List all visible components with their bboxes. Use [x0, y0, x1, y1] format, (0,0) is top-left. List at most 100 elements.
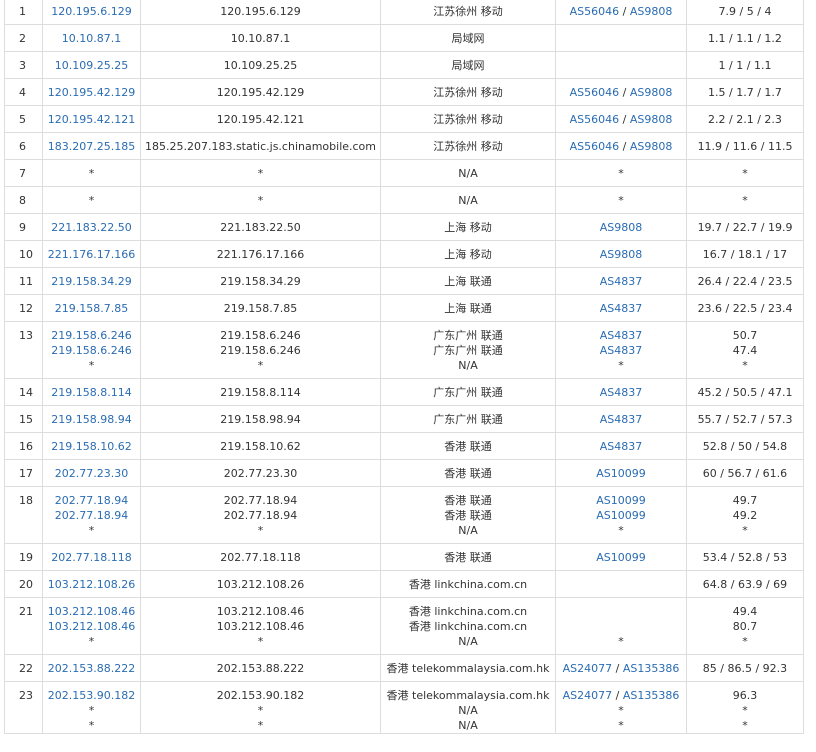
latency-cell: 45.2 / 50.5 / 47.1	[686, 378, 804, 406]
ip-timeout: *	[88, 524, 95, 537]
latency-value: 55.7 / 52.7 / 57.3	[697, 413, 793, 426]
ip-link[interactable]: 219.158.10.62	[44, 439, 140, 454]
hostname: 221.183.22.50	[220, 221, 301, 234]
as-link[interactable]: AS4837	[600, 302, 643, 315]
location: 香港 linkchina.com.cn	[408, 578, 528, 591]
as-link[interactable]: AS4837	[600, 440, 643, 453]
as-link[interactable]: AS9808	[630, 5, 673, 18]
ip-cell: 219.158.10.62	[42, 432, 141, 460]
ip-link[interactable]: 219.158.98.94	[44, 412, 140, 427]
hostname-cell: 219.158.8.114	[140, 378, 381, 406]
ip-link[interactable]: 103.212.108.26	[44, 577, 140, 592]
ip-link[interactable]: 202.77.23.30	[44, 466, 140, 481]
ip-link[interactable]: 202.153.90.182	[44, 688, 140, 703]
ip-link[interactable]: 221.176.17.166	[44, 247, 140, 262]
hop-number: 20	[19, 578, 33, 591]
as-line	[557, 577, 686, 592]
ip-link[interactable]: 183.207.25.185	[44, 139, 140, 154]
ip-link[interactable]: 120.195.42.129	[44, 85, 140, 100]
location: 广东广州 联通	[433, 413, 503, 426]
latency-value: *	[742, 719, 748, 732]
as-link[interactable]: AS4837	[600, 329, 643, 342]
ip-link[interactable]: 103.212.108.46	[44, 619, 140, 634]
as-line: AS10099	[557, 493, 686, 508]
ip-link[interactable]: 219.158.34.29	[44, 274, 140, 289]
as-link[interactable]: AS4837	[600, 386, 643, 399]
hop-number: 7	[19, 167, 26, 180]
as-cell: *	[555, 159, 687, 187]
as-link[interactable]: AS9808	[600, 221, 643, 234]
as-timeout: *	[618, 704, 624, 717]
ip-cell: 221.176.17.166	[42, 240, 141, 268]
ip-link[interactable]: 219.158.6.246	[44, 328, 140, 343]
ip-link[interactable]: 10.109.25.25	[44, 58, 140, 73]
latency-value: 7.9 / 5 / 4	[718, 5, 772, 18]
as-link[interactable]: AS10099	[596, 467, 646, 480]
hop-number-cell: 10	[4, 240, 43, 268]
as-link[interactable]: AS4837	[600, 344, 643, 357]
hostname-cell: *	[140, 159, 381, 187]
hostname: 219.158.7.85	[223, 302, 298, 315]
ip-link[interactable]: 202.77.18.94	[44, 493, 140, 508]
as-cell: *	[555, 186, 687, 214]
hop-number-cell: 4	[4, 78, 43, 106]
as-link[interactable]: AS135386	[623, 689, 680, 702]
latency-cell: 16.7 / 18.1 / 17	[686, 240, 804, 268]
as-line: *	[557, 703, 686, 718]
as-timeout: *	[618, 167, 624, 180]
ip-cell: 202.153.90.182 * *	[42, 681, 141, 734]
hop-row: 21 103.212.108.46 103.212.108.46 * 103.212.1…	[4, 597, 804, 655]
ip-link[interactable]: 202.153.88.222	[44, 661, 140, 676]
as-link[interactable]: AS24077	[563, 662, 613, 675]
location: 香港 联通	[444, 467, 492, 480]
as-link[interactable]: AS24077	[563, 689, 613, 702]
hop-number: 16	[19, 440, 33, 453]
as-link[interactable]: AS9808	[630, 113, 673, 126]
as-line: AS10099	[557, 466, 686, 481]
as-link[interactable]: AS4837	[600, 413, 643, 426]
ip-link[interactable]: 120.195.6.129	[44, 4, 140, 19]
hostname: 219.158.8.114	[220, 386, 301, 399]
latency-value: 1.1 / 1.1 / 1.2	[708, 32, 782, 45]
latency-value: 49.2	[732, 509, 758, 522]
ip-link[interactable]: 219.158.6.246	[44, 343, 140, 358]
ip-link[interactable]: 103.212.108.46	[44, 604, 140, 619]
latency-value: 47.4	[732, 344, 758, 357]
ip-link[interactable]: 202.77.18.94	[44, 508, 140, 523]
as-link[interactable]: AS10099	[596, 494, 646, 507]
ip-link[interactable]: 219.158.8.114	[44, 385, 140, 400]
as-cell: *	[555, 597, 687, 655]
as-link[interactable]: AS9808	[600, 248, 643, 261]
location-cell: 香港 联通	[380, 459, 556, 487]
as-link[interactable]: AS56046	[570, 140, 620, 153]
location: 广东广州 联通	[433, 344, 503, 357]
ip-cell: 202.77.23.30	[42, 459, 141, 487]
ip-link[interactable]: 10.10.87.1	[44, 31, 140, 46]
hostname: 202.77.18.118	[220, 551, 301, 564]
as-cell: AS9808	[555, 213, 687, 241]
ip-link[interactable]: 221.183.22.50	[44, 220, 140, 235]
latency-cell: 19.7 / 22.7 / 19.9	[686, 213, 804, 241]
ip-timeout: *	[88, 359, 95, 372]
hop-number: 21	[19, 605, 33, 618]
ip-link[interactable]: 219.158.7.85	[44, 301, 140, 316]
ip-link[interactable]: 120.195.42.121	[44, 112, 140, 127]
as-link[interactable]: AS56046	[570, 86, 620, 99]
as-link[interactable]: AS56046	[570, 5, 620, 18]
hop-number: 4	[19, 86, 26, 99]
as-link[interactable]: AS4837	[600, 275, 643, 288]
as-link[interactable]: AS10099	[596, 551, 646, 564]
as-link[interactable]: AS56046	[570, 113, 620, 126]
latency-value: 80.7	[732, 620, 758, 633]
as-cell: AS24077 / AS135386	[555, 654, 687, 682]
latency-value: 64.8 / 63.9 / 69	[702, 578, 788, 591]
as-link[interactable]: AS10099	[596, 509, 646, 522]
as-link[interactable]: AS135386	[623, 662, 680, 675]
as-link[interactable]: AS9808	[630, 86, 673, 99]
hostname: *	[257, 704, 264, 717]
hostname: 202.77.18.94	[223, 509, 298, 522]
ip-link[interactable]: 202.77.18.118	[44, 550, 140, 565]
as-link[interactable]: AS9808	[630, 140, 673, 153]
hop-row: 9 221.183.22.50 221.183.22.50 上海 移动 AS9808 19…	[4, 213, 804, 241]
hop-number-cell: 13	[4, 321, 43, 379]
